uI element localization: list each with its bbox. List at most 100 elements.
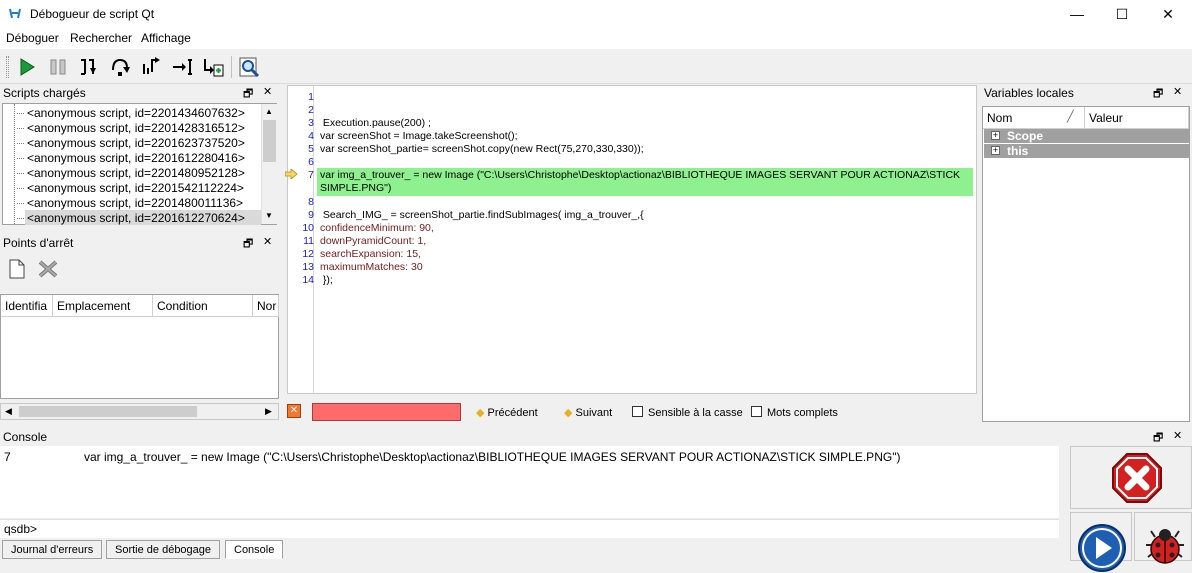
line-number: 9 (308, 209, 314, 221)
line-number: 4 (308, 130, 314, 142)
script-item[interactable]: <anonymous script, id=2201612280416> (27, 151, 245, 165)
code-line: Execution.pause(200) ; (320, 117, 431, 129)
line-number: 8 (308, 196, 314, 208)
scroll-thumb[interactable] (263, 120, 276, 162)
next-label: Suivant (575, 407, 613, 419)
step-into-button[interactable] (78, 56, 100, 78)
delete-breakpoint-button[interactable] (37, 259, 59, 282)
line-number: 14 (302, 274, 314, 286)
locals-row[interactable]: + this (984, 144, 1189, 158)
scroll-up-icon[interactable]: ▲ (265, 107, 273, 116)
scroll-down-icon[interactable]: ▼ (265, 211, 273, 220)
tab-error-log[interactable]: Journal d'erreurs (2, 540, 103, 559)
script-item[interactable]: <anonymous script, id=2201480952128> (27, 166, 245, 180)
next-button[interactable]: ◆ Suivant (564, 406, 612, 419)
case-sensitive-label: Sensible à la casse (648, 407, 743, 419)
locals-row-name: Scope (1007, 129, 1044, 143)
close-window-button[interactable]: ✕ (1145, 0, 1191, 28)
close-find-icon[interactable]: ✕ (287, 404, 301, 418)
menu-bar: Déboguer Rechercher Affichage (0, 28, 1192, 49)
step-out-button[interactable] (140, 56, 162, 78)
previous-button[interactable]: ◆ Précédent (476, 406, 538, 419)
maximize-button[interactable]: ☐ (1099, 0, 1145, 28)
column-header[interactable]: Nor (253, 295, 279, 317)
locals-row-name: this (1007, 144, 1029, 158)
run-to-new-script-button[interactable] (202, 56, 224, 78)
code-editor[interactable]: 1 2 3 4 5 6 7 8 9 10 11 12 13 14 Executi… (284, 85, 977, 394)
close-icon[interactable]: ✕ (263, 235, 272, 248)
debug-button[interactable] (1134, 512, 1192, 564)
scroll-thumb[interactable] (19, 406, 197, 417)
whole-words-checkbox[interactable]: Mots complets (751, 406, 838, 419)
script-item-selected[interactable]: <anonymous script, id=2201612270624> (27, 211, 245, 225)
code-line: var screenShot_partie= screenShot.copy(n… (320, 143, 644, 155)
checkbox-box[interactable] (751, 406, 762, 417)
scroll-left-icon[interactable]: ◀ (5, 406, 12, 417)
clear-debugger-button[interactable] (238, 56, 260, 78)
float-icon[interactable]: 🗗 (243, 235, 253, 254)
column-header[interactable]: Identifia (1, 295, 53, 317)
stop-button[interactable] (1070, 446, 1192, 509)
interrupt-button[interactable] (47, 56, 69, 78)
tree-connector (17, 143, 24, 144)
scripts-scrollbar[interactable]: ▲ ▼ (261, 104, 277, 224)
tree-connector (17, 173, 24, 174)
locals-tree: Nom ╱ Valeur + Scope + this (982, 106, 1190, 422)
new-breakpoint-button[interactable] (8, 259, 26, 282)
script-item[interactable]: <anonymous script, id=2201428316512> (27, 121, 245, 135)
script-item[interactable]: <anonymous script, id=2201480011136> (27, 196, 243, 210)
breakpoints-table: Identifia Emplacement Condition Nor (0, 294, 279, 399)
minimize-button[interactable]: — (1054, 0, 1100, 28)
float-icon[interactable]: 🗗 (243, 85, 253, 104)
column-header[interactable]: Condition (153, 295, 253, 317)
previous-label: Précédent (487, 407, 538, 419)
menu-debug[interactable]: Déboguer (6, 31, 59, 45)
column-header[interactable]: Emplacement (53, 295, 153, 317)
tab-debug-output[interactable]: Sortie de débogage (106, 540, 221, 559)
locals-row[interactable]: + Scope (984, 129, 1189, 143)
tree-connector (17, 203, 24, 204)
console-output-text: var img_a_trouver_ = new Image ("C:\User… (84, 450, 901, 464)
loaded-scripts-dock-title: Scripts chargés 🗗 ✕ (0, 84, 283, 102)
tree-connector (17, 188, 24, 189)
code-line: maximumMatches: 30 (320, 261, 423, 273)
step-out-icon (143, 57, 160, 74)
close-icon[interactable]: ✕ (1173, 85, 1182, 98)
title-bar: Débogueur de script Qt — ☐ ✕ (0, 0, 1192, 28)
scroll-right-icon[interactable]: ▶ (265, 406, 272, 417)
menu-search[interactable]: Rechercher (70, 31, 132, 45)
step-over-button[interactable] (109, 56, 131, 78)
float-icon[interactable]: 🗗 (1153, 85, 1163, 104)
run-button[interactable] (1070, 512, 1132, 572)
breakpoints-hscrollbar[interactable]: ◀ ▶ (0, 403, 279, 420)
script-item[interactable]: <anonymous script, id=2201542112224> (27, 181, 244, 195)
console-output: 7 var img_a_trouver_ = new Image ("C:\Us… (0, 446, 1059, 518)
column-header[interactable]: Valeur (1085, 107, 1189, 129)
case-sensitive-checkbox[interactable]: Sensible à la casse (632, 406, 743, 419)
expand-icon[interactable]: + (991, 146, 1000, 155)
close-icon[interactable]: ✕ (1173, 429, 1182, 442)
line-number: 12 (302, 248, 314, 260)
locals-title: Variables locales (984, 86, 1074, 100)
play-icon (1078, 524, 1126, 572)
script-item[interactable]: <anonymous script, id=2201623737520> (27, 136, 245, 150)
menu-view[interactable]: Affichage (141, 31, 191, 45)
checkbox-box[interactable] (632, 406, 643, 417)
delete-icon (38, 260, 58, 278)
toolbar-grip[interactable] (6, 56, 9, 78)
sort-indicator-icon: ╱ (1067, 111, 1074, 123)
line-number: 3 (308, 117, 314, 129)
tab-console[interactable]: Console (225, 540, 284, 559)
code-line-current: SIMPLE.PNG") (320, 182, 392, 194)
step-into-icon (81, 59, 96, 75)
window-title: Débogueur de script Qt (30, 7, 155, 21)
console-input[interactable]: qsdb> (0, 519, 1059, 538)
ladybug-icon (1146, 529, 1184, 564)
run-to-cursor-button[interactable] (171, 56, 193, 78)
loaded-scripts-title: Scripts chargés (3, 86, 86, 100)
close-icon[interactable]: ✕ (263, 85, 272, 98)
continue-button[interactable] (16, 56, 38, 78)
expand-icon[interactable]: + (991, 131, 1000, 140)
script-item[interactable]: <anonymous script, id=2201434607632> (27, 106, 245, 120)
find-input[interactable] (312, 403, 461, 421)
